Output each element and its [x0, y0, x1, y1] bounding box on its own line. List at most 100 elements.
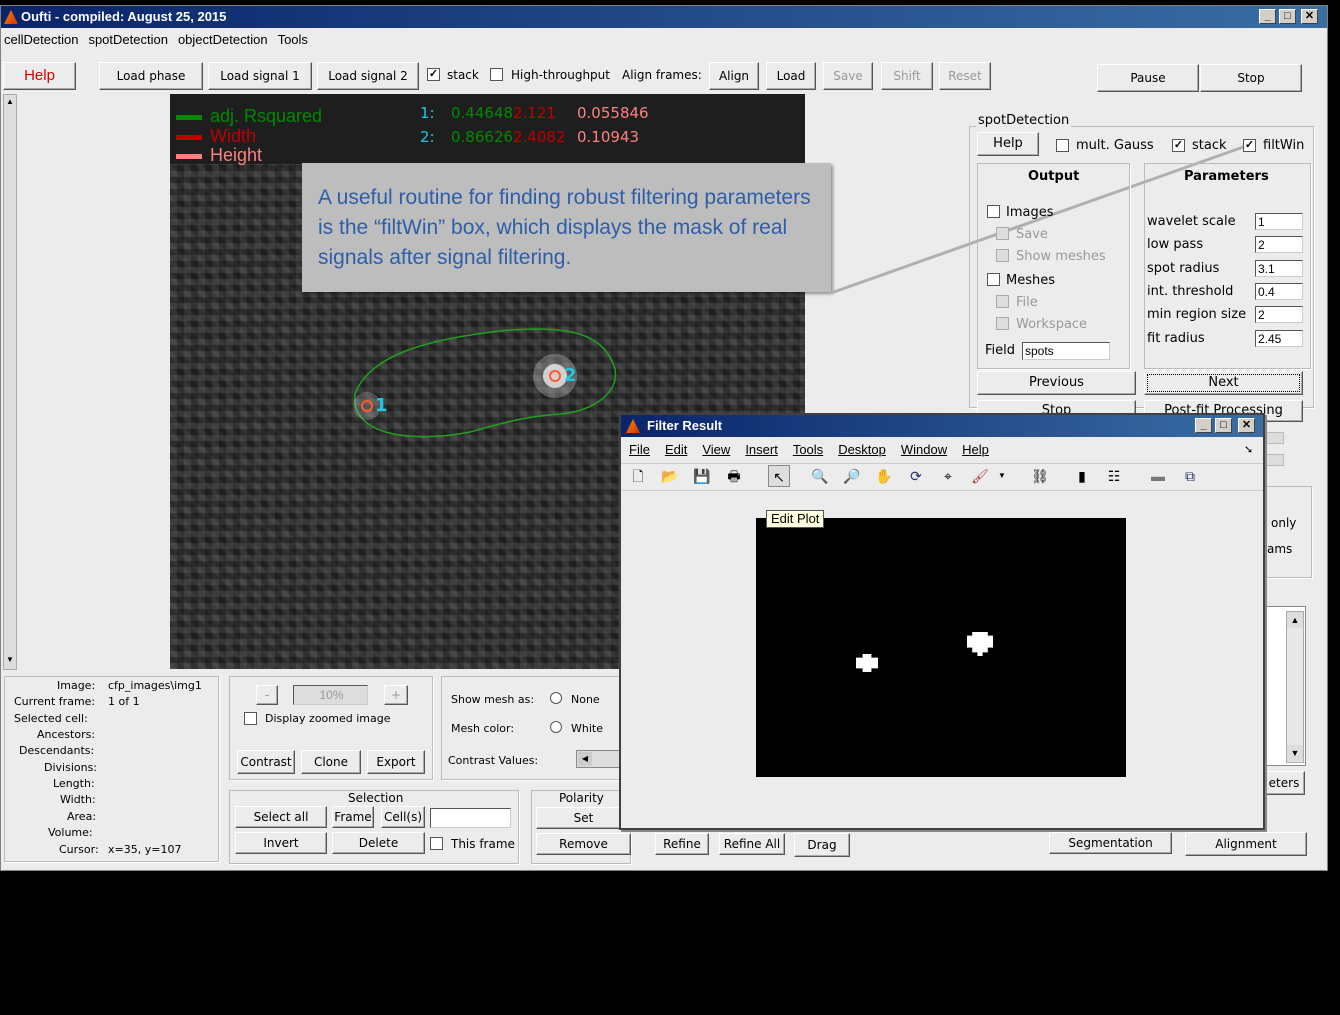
next-button[interactable]: Next — [1144, 371, 1303, 395]
select-all-button[interactable]: Select all — [235, 806, 327, 828]
zoom-in-button[interactable]: + — [384, 685, 408, 705]
colorbar-icon[interactable]: ▮ — [1071, 465, 1093, 487]
edit-plot-arrow-icon[interactable]: ↖ — [768, 465, 790, 487]
menu-celldetection[interactable]: cellDetection — [1, 28, 85, 47]
reset-button[interactable]: Reset — [939, 62, 991, 90]
filtwin-checkbox[interactable]: ✓ — [1243, 139, 1256, 152]
stack-checkbox[interactable]: ✓ — [427, 68, 440, 81]
param-input[interactable]: 2 — [1255, 236, 1303, 253]
refine-all-button[interactable]: Refine All — [719, 833, 785, 855]
invert-button[interactable]: Invert — [235, 832, 327, 854]
cells-input[interactable] — [430, 808, 511, 828]
scroll-up-arrow-icon[interactable]: ▲ — [4, 96, 16, 108]
menu-spotdetection[interactable]: spotDetection — [85, 28, 175, 47]
display-zoomed-checkbox[interactable] — [244, 712, 257, 725]
new-figure-icon[interactable]: 🗋 — [627, 465, 649, 487]
filter-maximize-button[interactable]: □ — [1215, 418, 1232, 433]
brush-dropdown-icon[interactable]: ▼ — [996, 465, 1008, 487]
filter-close-button[interactable]: ✕ — [1238, 418, 1255, 433]
save-button[interactable]: Save — [823, 62, 873, 90]
pan-hand-icon[interactable]: ✋ — [873, 465, 895, 487]
filter-menu-tools[interactable]: Tools — [785, 439, 830, 457]
zoom-level-field[interactable]: 10% — [293, 685, 368, 705]
param-input[interactable]: 3.1 — [1255, 260, 1303, 277]
list-scroll-down-icon[interactable]: ▼ — [1287, 745, 1303, 761]
field-input[interactable]: spots — [1022, 342, 1110, 360]
mesh-none-radio[interactable] — [550, 692, 562, 704]
mult-gauss-checkbox[interactable] — [1056, 139, 1069, 152]
load-signal1-button[interactable]: Load signal 1 — [208, 62, 312, 90]
param-input[interactable]: 0.4 — [1255, 283, 1303, 300]
param-input[interactable]: 2 — [1255, 306, 1303, 323]
drag-button[interactable]: Drag — [794, 833, 850, 857]
load-signal2-button[interactable]: Load signal 2 — [317, 62, 419, 90]
polarity-remove-button[interactable]: Remove — [536, 833, 631, 855]
export-button[interactable]: Export — [367, 750, 425, 774]
previous-button[interactable]: Previous — [977, 371, 1136, 395]
param-input[interactable]: 1 — [1255, 213, 1303, 230]
show-plot-tools-icon[interactable]: ⧉ — [1179, 465, 1201, 487]
list-scrollbar[interactable] — [1286, 611, 1304, 763]
save-icon[interactable]: 💾 — [691, 465, 713, 487]
stop-button[interactable]: Stop — [1200, 64, 1302, 92]
contrast-button[interactable]: Contrast — [237, 750, 295, 774]
spot-stack-checkbox[interactable]: ✓ — [1172, 139, 1185, 152]
close-button[interactable]: ✕ — [1301, 9, 1318, 24]
file-checkbox[interactable] — [996, 295, 1009, 308]
load-phase-button[interactable]: Load phase — [99, 62, 203, 90]
shift-button[interactable]: Shift — [881, 62, 933, 90]
segmentation-button[interactable]: Segmentation — [1049, 832, 1172, 854]
filter-menu-help[interactable]: Help — [954, 439, 996, 457]
link-plot-icon[interactable]: ⛓ — [1029, 465, 1051, 487]
alignment-button[interactable]: Alignment — [1185, 832, 1307, 856]
data-cursor-icon[interactable]: ⌖ — [937, 465, 959, 487]
maximize-button[interactable]: □ — [1279, 9, 1296, 24]
legend-icon[interactable]: ☷ — [1103, 465, 1125, 487]
contrast-slider-left-icon[interactable]: ◀ — [578, 752, 592, 766]
rotate-3d-icon[interactable]: ⟳ — [905, 465, 927, 487]
minimize-button[interactable]: _ — [1259, 9, 1276, 24]
filter-menu-window[interactable]: Window — [893, 439, 954, 457]
filter-minimize-button[interactable]: _ — [1195, 418, 1212, 433]
print-icon[interactable]: 🖶 — [723, 465, 745, 487]
menu-tools[interactable]: Tools — [275, 28, 315, 47]
zoom-out-icon[interactable]: 🔎 — [841, 465, 863, 487]
hide-plot-tools-icon[interactable]: ▬ — [1147, 465, 1169, 487]
zoom-out-button[interactable]: - — [256, 685, 278, 705]
meshes-checkbox[interactable] — [987, 273, 1000, 286]
clone-button[interactable]: Clone — [301, 750, 361, 774]
this-frame-checkbox[interactable] — [430, 837, 443, 850]
brush-icon[interactable]: 🖌 — [969, 465, 991, 487]
save-checkbox[interactable] — [996, 227, 1009, 240]
parameters-button[interactable]: eters — [1263, 771, 1305, 795]
mesh-white-radio[interactable] — [550, 721, 562, 733]
list-scroll-up-icon[interactable]: ▲ — [1287, 612, 1303, 628]
workspace-checkbox[interactable] — [996, 317, 1009, 330]
dock-arrow-icon[interactable]: ➘ — [1244, 443, 1253, 456]
filter-menu-desktop[interactable]: Desktop — [830, 439, 893, 457]
pause-button[interactable]: Pause — [1097, 64, 1199, 92]
spot-help-button[interactable]: Help — [977, 132, 1039, 156]
filter-menu-view[interactable]: View — [694, 439, 737, 457]
filter-menu-edit[interactable]: Edit — [657, 439, 694, 457]
refine-button[interactable]: Refine — [655, 833, 709, 855]
filter-plot-axes[interactable] — [756, 518, 1126, 777]
polarity-set-button[interactable]: Set — [536, 807, 631, 829]
filter-menu-file[interactable]: File — [621, 439, 657, 457]
left-scrollbar[interactable] — [3, 94, 17, 670]
frame-button[interactable]: Frame — [332, 806, 374, 828]
help-button[interactable]: Help — [3, 62, 76, 90]
scroll-down-arrow-icon[interactable]: ▼ — [4, 654, 16, 666]
open-file-icon[interactable]: 📂 — [659, 465, 681, 487]
filter-menu-insert[interactable]: Insert — [737, 439, 785, 457]
high-throughput-checkbox[interactable] — [490, 68, 503, 81]
zoom-in-icon[interactable]: 🔍 — [809, 465, 831, 487]
menu-objectdetection[interactable]: objectDetection — [175, 28, 275, 47]
show-meshes-checkbox[interactable] — [996, 249, 1009, 262]
images-checkbox[interactable] — [987, 205, 1000, 218]
cells-button[interactable]: Cell(s) — [381, 806, 425, 828]
load-button[interactable]: Load — [766, 62, 816, 90]
delete-button[interactable]: Delete — [332, 832, 425, 854]
param-input[interactable]: 2.45 — [1255, 330, 1303, 347]
align-button[interactable]: Align — [709, 62, 759, 90]
